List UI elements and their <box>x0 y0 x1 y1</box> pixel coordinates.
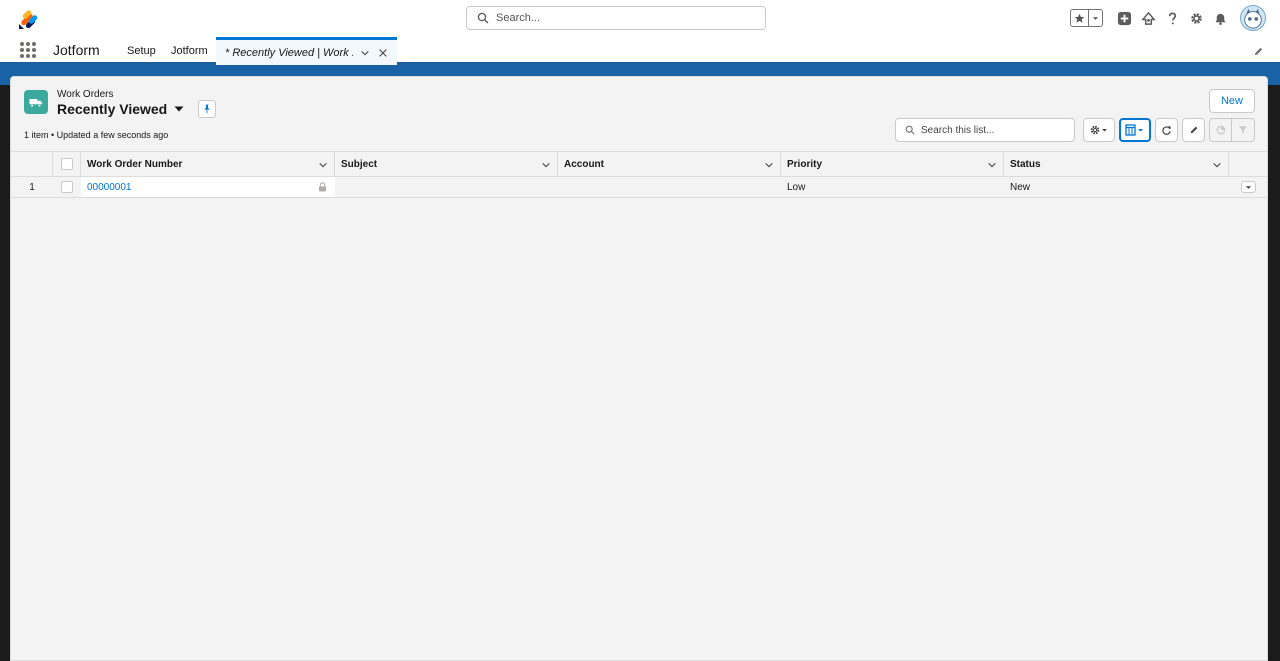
select-all-checkbox[interactable] <box>60 158 73 170</box>
work-orders-table: Work Order Number Subject Account Priori… <box>11 151 1267 198</box>
favorites-menu-chevron-down-icon[interactable] <box>1089 10 1102 26</box>
inline-edit-button[interactable] <box>1182 118 1205 142</box>
nav-item-setup[interactable]: Setup <box>127 45 156 57</box>
edit-nav-pencil-icon[interactable] <box>1253 46 1264 57</box>
cell-priority: Low <box>781 177 1004 197</box>
list-view-title[interactable]: Recently Viewed <box>57 101 167 117</box>
row-actions-chevron-down-icon[interactable] <box>1240 181 1256 193</box>
search-icon <box>905 125 915 135</box>
filters-button[interactable] <box>1232 118 1255 142</box>
nav-item-jotform[interactable]: Jotform <box>171 45 208 57</box>
column-label: Status <box>1010 158 1041 170</box>
cell-status: New <box>1004 177 1229 197</box>
notification-bell-icon[interactable] <box>1212 10 1228 26</box>
help-icon[interactable] <box>1164 10 1180 26</box>
nav-bar: Jotform Setup Jotform * Recently Viewed … <box>0 37 1280 65</box>
avatar[interactable] <box>1240 5 1266 31</box>
work-order-truck-icon <box>24 90 48 114</box>
chevron-down-icon[interactable] <box>318 160 328 170</box>
object-label: Work Orders <box>57 89 114 100</box>
cell-subject <box>335 177 558 197</box>
tab-label: * Recently Viewed | Work ... <box>225 46 353 59</box>
row-actions-cell <box>1229 177 1267 197</box>
column-header-status[interactable]: Status <box>1004 152 1229 176</box>
charts-button[interactable] <box>1209 118 1232 142</box>
global-search-input[interactable] <box>496 12 746 24</box>
cell-work-order-number: 00000001 <box>81 177 335 197</box>
row-checkbox[interactable] <box>61 181 73 193</box>
column-label: Priority <box>787 158 823 170</box>
select-all-cell <box>53 152 81 176</box>
favorites-star-icon[interactable] <box>1071 10 1089 26</box>
lock-icon <box>319 182 326 192</box>
new-button[interactable]: New <box>1209 89 1255 113</box>
jotform-logo-icon[interactable] <box>18 8 40 30</box>
column-label: Work Order Number <box>87 158 183 170</box>
list-search-input[interactable] <box>921 124 1071 136</box>
tab-recently-viewed-work-orders[interactable]: * Recently Viewed | Work ... <box>216 37 397 65</box>
list-toolbar <box>895 118 1255 142</box>
favorites-button-group <box>1070 9 1103 27</box>
chevron-down-icon[interactable] <box>359 47 371 59</box>
chevron-down-icon[interactable] <box>541 160 551 170</box>
work-order-number-link[interactable]: 00000001 <box>87 182 132 193</box>
chevron-down-icon[interactable] <box>1212 160 1222 170</box>
row-number: 1 <box>11 177 53 197</box>
pie-chart-icon <box>1216 125 1225 135</box>
filter-icon <box>1238 126 1248 134</box>
add-icon[interactable] <box>1116 10 1132 26</box>
refresh-button[interactable] <box>1155 118 1178 142</box>
cell-account <box>558 177 781 197</box>
display-as-table-button[interactable] <box>1119 118 1151 142</box>
column-label: Account <box>564 158 604 170</box>
list-view-selector: Recently Viewed <box>57 100 217 118</box>
table-row: 1 00000001 Low New <box>11 177 1267 198</box>
app-name: Jotform <box>53 42 100 58</box>
column-header-priority[interactable]: Priority <box>781 152 1004 176</box>
row-select-cell <box>53 177 81 197</box>
refresh-icon <box>1162 125 1171 135</box>
pencil-icon <box>1190 126 1197 134</box>
table-icon <box>1125 124 1136 136</box>
app-launcher-icon[interactable] <box>20 42 36 58</box>
pin-icon[interactable] <box>198 100 217 118</box>
list-meta: 1 item • Updated a few seconds ago <box>24 130 169 140</box>
column-header-account[interactable]: Account <box>558 152 781 176</box>
setup-gear-icon[interactable] <box>1188 10 1204 26</box>
row-number-header <box>11 152 53 176</box>
trailhead-icon[interactable] <box>1140 10 1156 26</box>
list-view-controls-gear-button[interactable] <box>1083 118 1115 142</box>
gear-icon <box>1090 125 1100 135</box>
search-icon <box>477 12 489 24</box>
global-search[interactable] <box>466 6 766 30</box>
table-header: Work Order Number Subject Account Priori… <box>11 151 1267 177</box>
row-actions-header <box>1229 152 1267 176</box>
chart-filter-group <box>1209 118 1255 142</box>
column-header-subject[interactable]: Subject <box>335 152 558 176</box>
list-view-chevron-down-icon[interactable] <box>174 104 184 114</box>
chevron-down-icon[interactable] <box>987 160 997 170</box>
list-view-card: Work Orders Recently Viewed 1 item • Upd… <box>10 76 1268 661</box>
list-search[interactable] <box>895 118 1075 142</box>
header-actions <box>1070 3 1266 33</box>
column-label: Subject <box>341 158 378 170</box>
column-header-work-order-number[interactable]: Work Order Number <box>81 152 335 176</box>
global-header <box>0 0 1280 37</box>
close-icon[interactable] <box>377 47 389 59</box>
chevron-down-icon[interactable] <box>764 160 774 170</box>
